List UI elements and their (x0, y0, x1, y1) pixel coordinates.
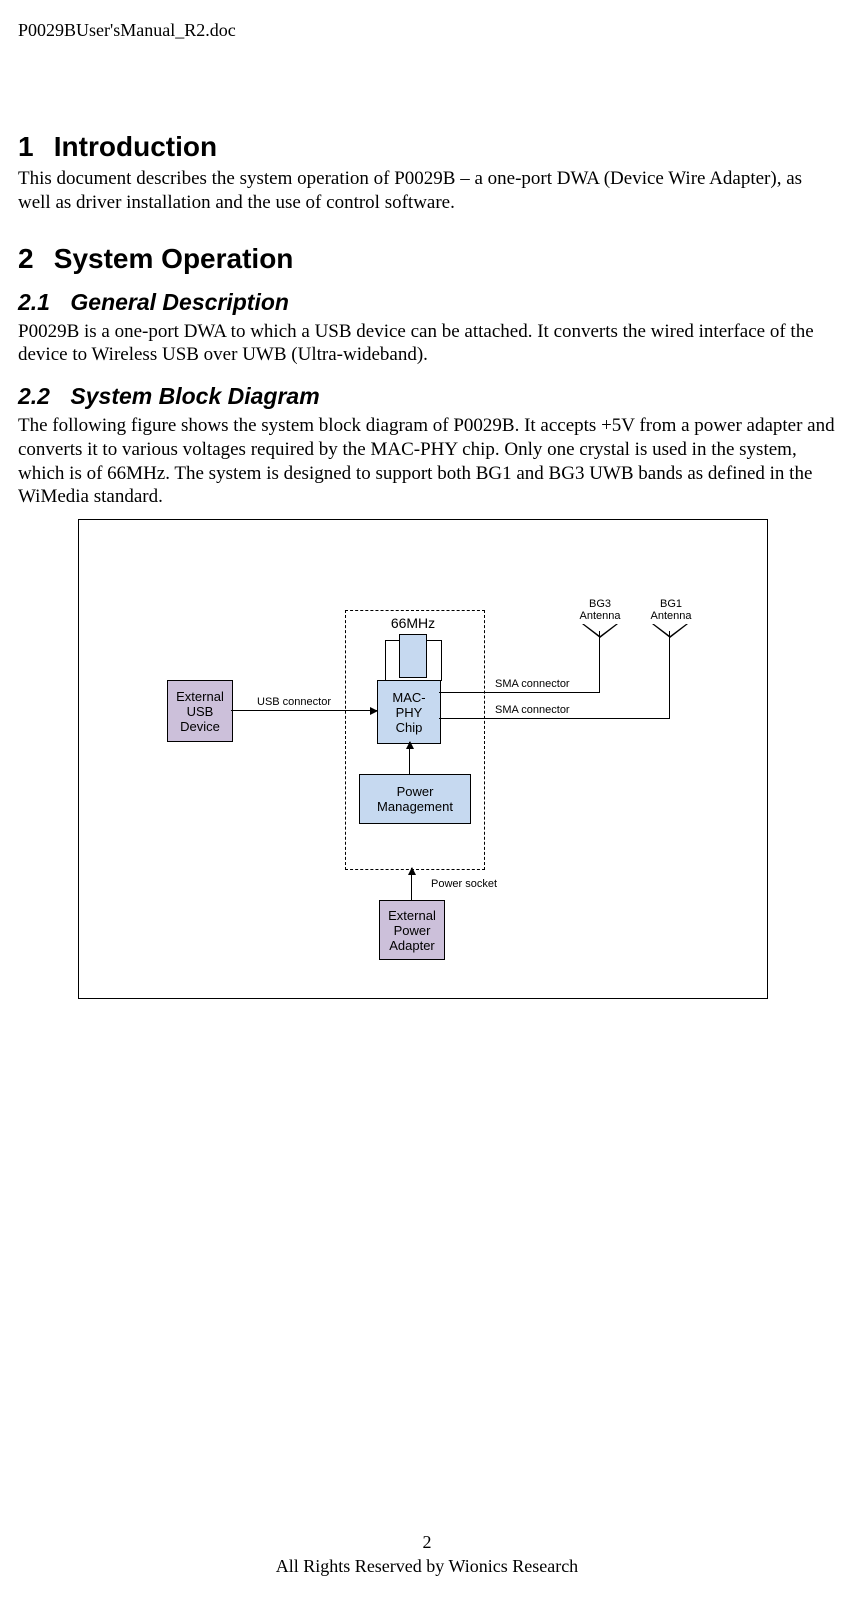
bg3-antenna-stick (599, 631, 600, 637)
bg1-antenna-text: BG1 Antenna (651, 598, 692, 622)
crystal-wire-left (385, 640, 400, 681)
crystal-wire-right (427, 640, 442, 681)
external-usb-label: External USB Device (176, 689, 224, 734)
sma-connector-1-line-v (599, 637, 600, 693)
power-socket-label: Power socket (431, 878, 497, 890)
external-power-label: External Power Adapter (388, 908, 436, 953)
usb-connector-label: USB connector (257, 696, 331, 708)
mac-phy-chip-block: MAC- PHY Chip (377, 680, 441, 744)
page-number: 2 (0, 1531, 854, 1554)
section-2-number: 2 (18, 243, 46, 275)
bg3-antenna-label: BG3 Antenna (575, 598, 625, 622)
subsection-2-1-number: 2.1 (18, 289, 64, 316)
bg1-antenna-label: BG1 Antenna (647, 598, 695, 622)
subsection-2-2-heading: 2.2 System Block Diagram (18, 383, 836, 410)
bg3-antenna-text: BG3 Antenna (580, 598, 621, 622)
section-2-heading: 2 System Operation (18, 243, 836, 275)
external-usb-device-block: External USB Device (167, 680, 233, 742)
document-page: P0029BUser'sManual_R2.doc 1 Introduction… (0, 0, 854, 1598)
section-1-title: Introduction (54, 131, 217, 162)
mac-phy-label: MAC- PHY Chip (392, 690, 425, 735)
section-2-title: System Operation (54, 243, 294, 274)
subsection-2-1-heading: 2.1 General Description (18, 289, 836, 316)
copyright-text: All Rights Reserved by Wionics Research (0, 1555, 854, 1578)
subsection-2-2-paragraph: The following figure shows the system bl… (18, 414, 836, 509)
sma-connector-2-line-h (439, 718, 669, 719)
sma-connector-1-label: SMA connector (495, 678, 570, 690)
section-1-heading: 1 Introduction (18, 131, 836, 163)
crystal-freq-label: 66MHz (375, 615, 451, 631)
bg1-antenna-stick (669, 631, 670, 637)
page-footer: 2 All Rights Reserved by Wionics Researc… (0, 1531, 854, 1578)
usb-connector-line (231, 710, 377, 711)
power-management-block: Power Management (359, 774, 471, 824)
subsection-2-2-title: System Block Diagram (70, 383, 319, 409)
section-1-paragraph: This document describes the system opera… (18, 167, 836, 215)
power-management-label: Power Management (377, 784, 453, 814)
sma-connector-2-label: SMA connector (495, 704, 570, 716)
power-to-macphy-line (409, 742, 410, 774)
bg1-antenna-icon (652, 624, 688, 638)
subsection-2-1-paragraph: P0029B is a one-port DWA to which a USB … (18, 320, 836, 368)
external-power-line (411, 868, 412, 900)
external-power-adapter-block: External Power Adapter (379, 900, 445, 960)
sma-connector-1-line-h (439, 692, 599, 693)
block-diagram: 66MHz MAC- PHY Chip Power Management Ext… (78, 519, 768, 999)
section-1-number: 1 (18, 131, 46, 163)
subsection-2-2-number: 2.2 (18, 383, 64, 410)
bg3-antenna-icon (582, 624, 618, 638)
sma-connector-2-line-v (669, 637, 670, 719)
header-filename: P0029BUser'sManual_R2.doc (18, 20, 836, 41)
crystal-block (399, 634, 427, 678)
subsection-2-1-title: General Description (70, 289, 289, 315)
